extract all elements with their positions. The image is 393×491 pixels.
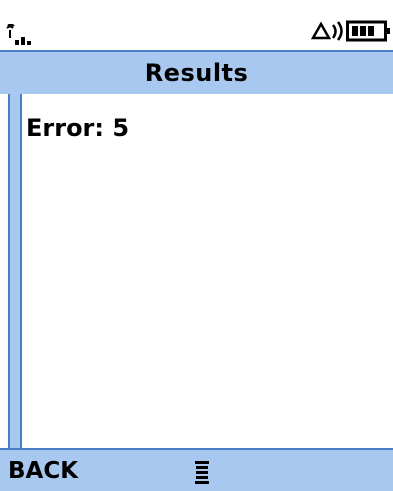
menu-icon[interactable]: [194, 460, 210, 484]
error-result-text: Error: 5: [26, 114, 130, 142]
back-softkey[interactable]: BACK: [8, 458, 78, 484]
signal-icon: [6, 24, 31, 45]
title-bar: Results: [0, 50, 393, 94]
ringer-icon: [310, 21, 343, 41]
softkey-bar: BACK: [0, 448, 393, 491]
scroll-rail: [8, 94, 22, 448]
phone-screen: Results Error: 5 BACK: [0, 0, 393, 491]
results-content: Error: 5: [0, 94, 393, 448]
page-title: Results: [144, 59, 249, 87]
battery-icon: [346, 20, 390, 42]
status-bar: [0, 0, 393, 50]
